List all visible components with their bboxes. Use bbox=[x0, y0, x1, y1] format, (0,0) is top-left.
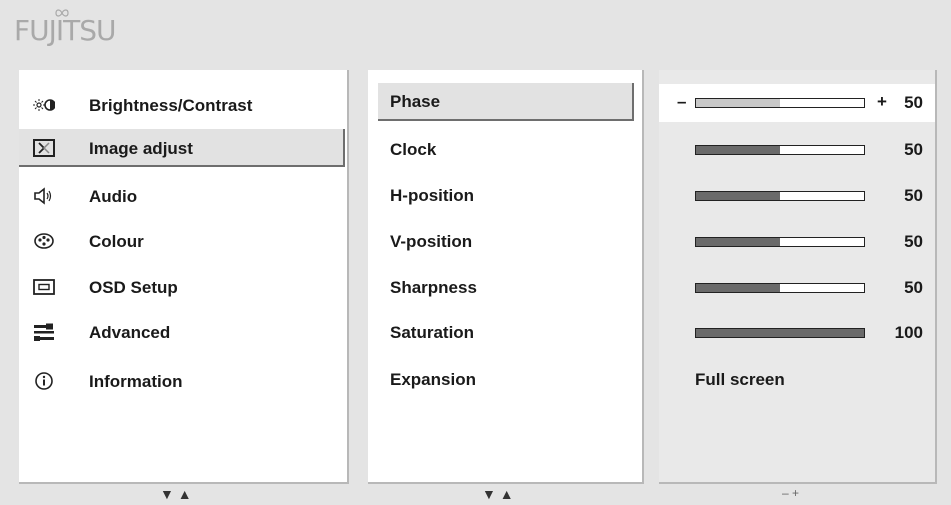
clock-slider-row[interactable]: 50 bbox=[659, 131, 935, 169]
saturation-slider-row[interactable]: 100 bbox=[659, 314, 935, 352]
slider-fill bbox=[696, 329, 864, 337]
menu-item-brightness-contrast[interactable]: Brightness/Contrast bbox=[19, 86, 345, 124]
menu-item-label: Advanced bbox=[89, 323, 171, 342]
sharpness-slider-row[interactable]: 50 bbox=[659, 269, 935, 307]
sharpness-slider[interactable] bbox=[695, 283, 865, 293]
slider-fill bbox=[696, 99, 780, 107]
slider-fill bbox=[696, 192, 780, 200]
h-position-slider-row[interactable]: 50 bbox=[659, 177, 935, 215]
speaker-icon bbox=[34, 187, 52, 205]
submenu-panel: Phase Clock H-position V-position Sharpn… bbox=[368, 70, 644, 484]
menu-item-label: Image adjust bbox=[89, 139, 193, 158]
menu-item-label: Information bbox=[89, 372, 183, 391]
slider-fill bbox=[696, 238, 780, 246]
clock-value: 50 bbox=[904, 140, 923, 159]
menu-item-information[interactable]: Information bbox=[19, 362, 345, 400]
expansion-value: Full screen bbox=[695, 370, 785, 389]
logo-infinity-icon bbox=[55, 9, 69, 17]
menu-item-label: Audio bbox=[89, 187, 138, 206]
menu-item-osd-setup[interactable]: OSD Setup bbox=[19, 268, 345, 306]
menu-item-label: OSD Setup bbox=[89, 278, 178, 297]
submenu-item-v-position[interactable]: V-position bbox=[378, 223, 634, 261]
osd-setup-icon bbox=[33, 279, 55, 295]
submenu-item-sharpness[interactable]: Sharpness bbox=[378, 269, 634, 307]
osd-screen: FUJITSU Brightness/Contrast Image adjust… bbox=[0, 0, 951, 505]
saturation-value: 100 bbox=[894, 323, 923, 342]
submenu-item-phase[interactable]: Phase bbox=[378, 83, 634, 121]
phase-slider[interactable] bbox=[695, 98, 865, 108]
phase-slider-row[interactable]: – + 50 bbox=[659, 84, 935, 122]
values-panel: – + 50 50 50 50 50 100 Full screen bbox=[659, 70, 937, 484]
values-nav-hint: – + bbox=[782, 486, 800, 500]
submenu-item-label: H-position bbox=[390, 186, 475, 205]
h-position-slider[interactable] bbox=[695, 191, 865, 201]
submenu-item-clock[interactable]: Clock bbox=[378, 131, 634, 169]
v-position-slider[interactable] bbox=[695, 237, 865, 247]
v-position-slider-row[interactable]: 50 bbox=[659, 223, 935, 261]
slider-fill bbox=[696, 284, 780, 292]
increase-indicator: + bbox=[877, 92, 887, 111]
menu-item-colour[interactable]: Colour bbox=[19, 222, 345, 260]
submenu-nav-hint: ▼ ▲ bbox=[482, 486, 514, 502]
submenu-item-label: Saturation bbox=[390, 323, 475, 342]
menu-item-label: Colour bbox=[89, 232, 144, 251]
fujitsu-logo: FUJITSU bbox=[14, 14, 116, 47]
h-position-value: 50 bbox=[904, 186, 923, 205]
slider-fill bbox=[696, 146, 780, 154]
decrease-indicator: – bbox=[677, 92, 687, 111]
brightness-contrast-icon bbox=[33, 99, 55, 111]
menu-item-audio[interactable]: Audio bbox=[19, 177, 345, 215]
menu-item-label: Brightness/Contrast bbox=[89, 96, 253, 115]
submenu-item-label: Sharpness bbox=[390, 278, 477, 297]
submenu-item-h-position[interactable]: H-position bbox=[378, 177, 634, 215]
sharpness-value: 50 bbox=[904, 278, 923, 297]
submenu-item-expansion[interactable]: Expansion bbox=[378, 361, 634, 399]
submenu-item-label: V-position bbox=[390, 232, 473, 251]
submenu-item-label: Clock bbox=[390, 140, 437, 159]
submenu-item-label: Expansion bbox=[390, 370, 476, 389]
menu-item-advanced[interactable]: Advanced bbox=[19, 313, 345, 351]
image-adjust-icon bbox=[33, 139, 55, 157]
logo-text: FUJITSU bbox=[14, 14, 116, 47]
main-menu-panel: Brightness/Contrast Image adjust Audio C… bbox=[19, 70, 349, 484]
info-icon bbox=[35, 372, 53, 390]
palette-icon bbox=[34, 233, 54, 249]
advanced-settings-icon bbox=[34, 323, 54, 341]
main-menu-nav-hint: ▼ ▲ bbox=[160, 486, 192, 502]
phase-value: 50 bbox=[904, 93, 923, 112]
menu-item-image-adjust[interactable]: Image adjust bbox=[19, 129, 345, 167]
submenu-item-label: Phase bbox=[390, 92, 441, 111]
expansion-value-row[interactable]: Full screen bbox=[659, 361, 935, 399]
v-position-value: 50 bbox=[904, 232, 923, 251]
submenu-item-saturation[interactable]: Saturation bbox=[378, 314, 634, 352]
saturation-slider[interactable] bbox=[695, 328, 865, 338]
clock-slider[interactable] bbox=[695, 145, 865, 155]
